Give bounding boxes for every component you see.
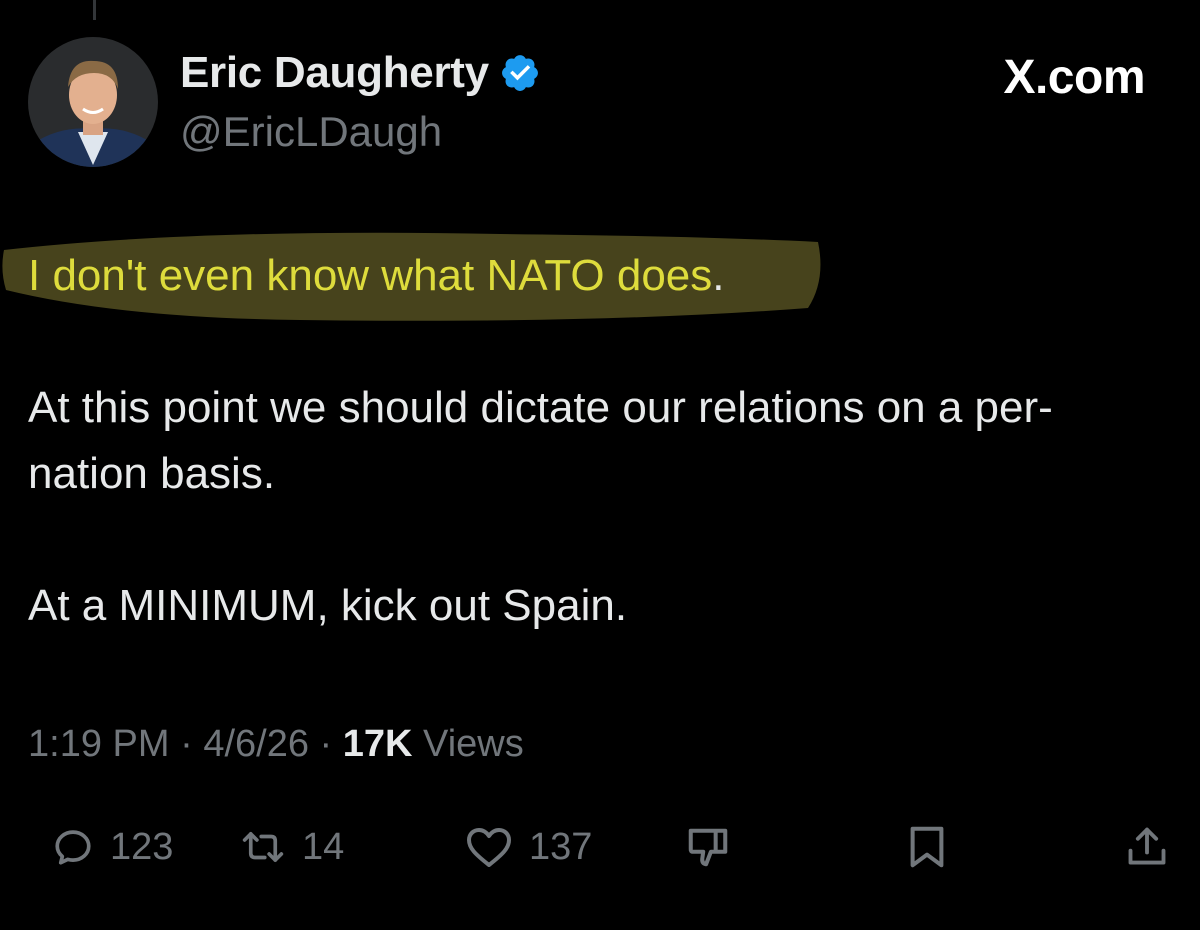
tweet-paragraph-3: At a MINIMUM, kick out Spain. [28, 581, 628, 630]
like-button[interactable]: 137 [465, 812, 592, 882]
highlight-trailing-period: . [712, 251, 725, 300]
dislike-button[interactable] [685, 812, 731, 882]
bookmark-icon [905, 824, 949, 870]
reply-icon [52, 826, 94, 868]
avatar[interactable] [28, 37, 158, 167]
repost-count: 14 [302, 825, 345, 868]
bookmark-button[interactable] [905, 812, 949, 882]
views-count: 17K [342, 723, 413, 765]
tweet-time[interactable]: 1:19 PM [28, 723, 170, 765]
tweet-paragraph-2: At this point we should dictate our rela… [28, 383, 1053, 498]
thread-connector-line [93, 0, 96, 20]
meta-separator: · [319, 723, 333, 765]
repost-icon [240, 826, 286, 868]
avatar-image [28, 37, 158, 167]
tweet-meta: 1:19 PM · 4/6/26 · 17K Views [28, 723, 524, 766]
reply-count: 123 [110, 825, 174, 868]
brand-logo: X.com [1003, 51, 1145, 104]
share-button[interactable] [1125, 812, 1169, 882]
verified-badge-icon[interactable] [499, 52, 541, 94]
heart-icon [465, 825, 513, 869]
reply-button[interactable]: 123 [52, 812, 173, 882]
action-bar: 123 14 137 [0, 812, 1200, 882]
author-display-name[interactable]: Eric Daugherty [180, 48, 489, 98]
highlighted-text: I don't even know what NATO does [28, 251, 713, 300]
thumbs-down-icon [685, 824, 731, 870]
like-count: 137 [529, 825, 593, 868]
tweet-text: I don't even know what NATO does. At thi… [28, 243, 1148, 639]
views-label: Views [423, 723, 524, 765]
tweet-date[interactable]: 4/6/26 [203, 723, 309, 765]
repost-button[interactable]: 14 [240, 812, 344, 882]
author-name-row: Eric Daugherty [180, 48, 541, 98]
tweet-paragraph-1: I don't even know what NATO does. [28, 243, 1148, 309]
author-handle[interactable]: @EricLDaugh [180, 108, 442, 156]
meta-separator: · [180, 723, 193, 765]
share-icon [1125, 824, 1169, 870]
